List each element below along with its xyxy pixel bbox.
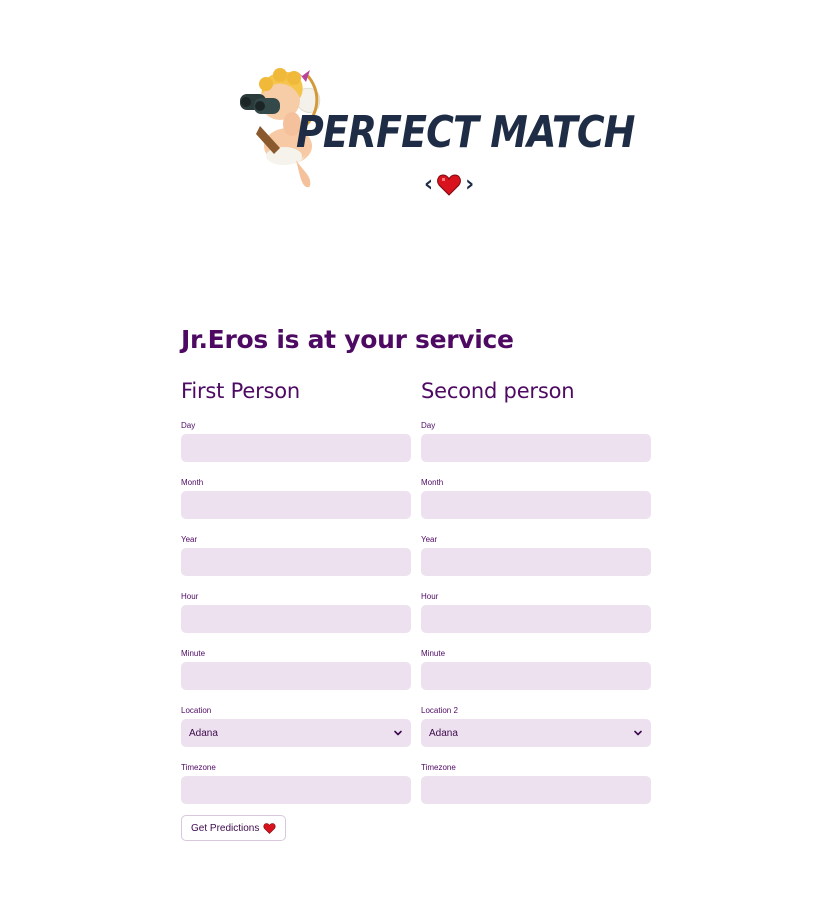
first-year-input[interactable]	[181, 548, 411, 576]
first-day-input[interactable]	[181, 434, 411, 462]
first-month-field: Month	[181, 475, 411, 532]
first-timezone-label: Timezone	[181, 763, 216, 772]
second-person-form: Second person Day Month Year Hour Minute	[421, 374, 651, 817]
page: PERFECT MATCH ‹ › Jr.Eros is at your ser…	[0, 0, 836, 902]
page-title: Jr.Eros is at your service	[181, 325, 514, 354]
logo-heart-row: ‹ ›	[424, 172, 474, 198]
first-minute-field: Minute	[181, 646, 411, 703]
first-timezone-input[interactable]	[181, 776, 411, 804]
second-day-label: Day	[421, 421, 436, 430]
first-person-title: First Person	[181, 379, 301, 403]
heart-icon	[437, 174, 461, 196]
first-hour-field: Hour	[181, 589, 411, 646]
second-location-value: Adana	[429, 727, 458, 739]
first-month-label: Month	[181, 478, 204, 487]
first-timezone-field: Timezone	[181, 760, 411, 817]
first-hour-label: Hour	[181, 592, 199, 601]
second-day-field: Day	[421, 418, 651, 475]
first-day-field: Day	[181, 418, 411, 475]
first-year-field: Year	[181, 532, 411, 589]
second-year-field: Year	[421, 532, 651, 589]
second-person-title: Second person	[421, 379, 575, 403]
perfect-match-logo: PERFECT MATCH ‹ ›	[236, 64, 635, 200]
first-month-input[interactable]	[181, 491, 411, 519]
get-predictions-button[interactable]: Get Predictions	[181, 815, 287, 841]
second-hour-input[interactable]	[421, 605, 651, 633]
chevron-left-icon: ‹	[424, 172, 434, 197]
first-location-label: Location	[181, 706, 212, 715]
second-day-input[interactable]	[421, 434, 651, 462]
first-location-value: Adana	[189, 727, 218, 739]
second-year-input[interactable]	[421, 548, 651, 576]
second-timezone-field: Timezone	[421, 760, 651, 817]
second-location-select[interactable]: Adana	[421, 719, 651, 747]
logo-text: PERFECT MATCH	[296, 107, 635, 158]
second-timezone-input[interactable]	[421, 776, 651, 804]
chevron-down-icon	[634, 730, 642, 736]
second-location-field: Location 2 Adana	[421, 703, 651, 760]
first-hour-input[interactable]	[181, 605, 411, 633]
second-month-input[interactable]	[421, 491, 651, 519]
first-minute-label: Minute	[181, 649, 206, 658]
heart-icon	[263, 822, 276, 834]
second-minute-input[interactable]	[421, 662, 651, 690]
chevron-down-icon	[394, 730, 402, 736]
second-timezone-label: Timezone	[421, 763, 456, 772]
chevron-right-icon: ›	[465, 172, 475, 197]
second-location-label: Location 2	[421, 706, 458, 715]
second-minute-label: Minute	[421, 649, 446, 658]
first-location-field: Location Adana	[181, 703, 411, 760]
second-hour-field: Hour	[421, 589, 651, 646]
second-month-field: Month	[421, 475, 651, 532]
second-minute-field: Minute	[421, 646, 651, 703]
first-day-label: Day	[181, 421, 196, 430]
first-location-select[interactable]: Adana	[181, 719, 411, 747]
first-year-label: Year	[181, 535, 198, 544]
get-predictions-label: Get Predictions	[191, 822, 260, 834]
first-minute-input[interactable]	[181, 662, 411, 690]
second-year-label: Year	[421, 535, 438, 544]
second-hour-label: Hour	[421, 592, 439, 601]
first-person-form: First Person Day Month Year Hour Minute	[181, 374, 411, 817]
second-month-label: Month	[421, 478, 444, 487]
